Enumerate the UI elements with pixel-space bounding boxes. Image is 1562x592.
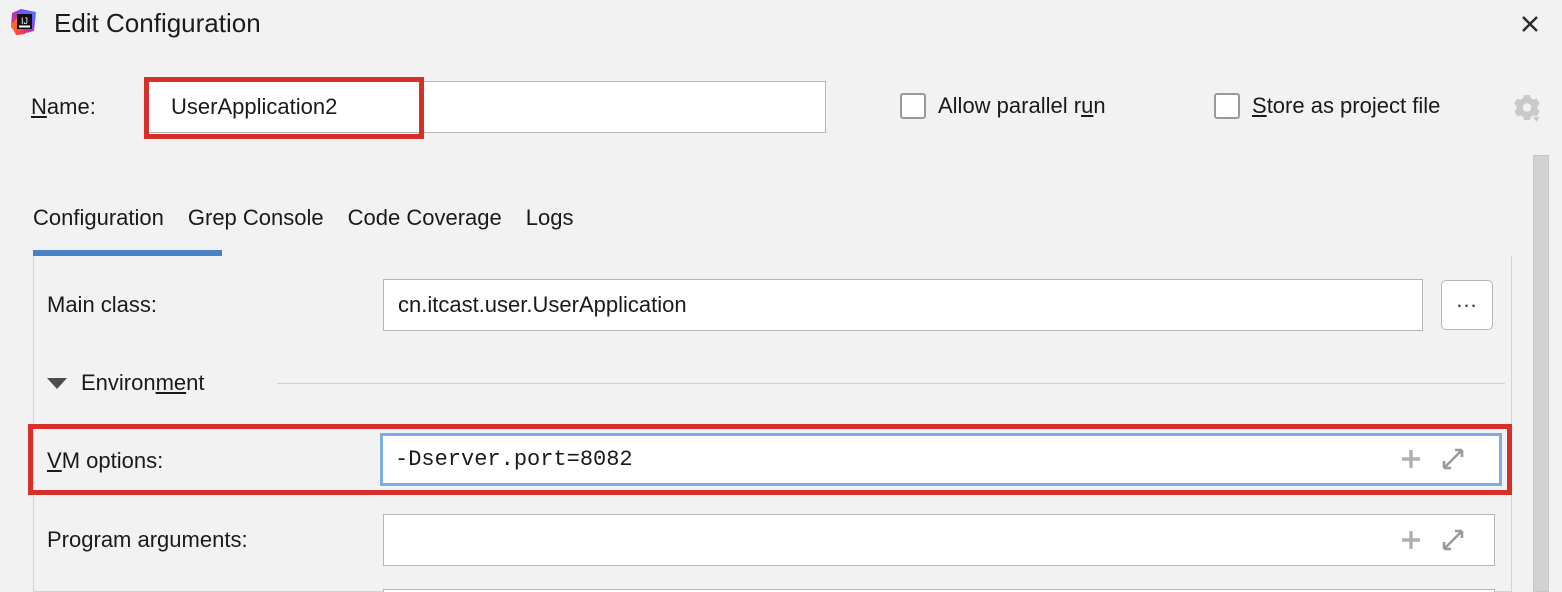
store-as-project-file-checkbox[interactable] — [1214, 93, 1240, 119]
args-label-pre: Pro — [47, 527, 82, 552]
tab-code-coverage[interactable]: Code Coverage — [348, 203, 512, 233]
plus-icon[interactable] — [1398, 527, 1424, 553]
vm-options-label: VM options: — [47, 446, 163, 476]
allow-parallel-run-checkbox[interactable] — [900, 93, 926, 119]
panel-scrollbar-thumb[interactable] — [1533, 155, 1549, 592]
tab-configuration[interactable]: Configuration — [33, 203, 174, 233]
intellij-idea-logo-icon: IJ — [9, 7, 39, 37]
allow-parallel-run-label: Allow parallel run — [938, 91, 1106, 121]
environment-section-divider — [277, 383, 1505, 384]
dialog-title: Edit Configuration — [54, 8, 261, 38]
plus-icon[interactable] — [1398, 446, 1424, 472]
program-arguments-input[interactable] — [383, 514, 1495, 566]
name-label-rest: ame: — [46, 94, 96, 119]
main-class-browse-button[interactable]: ... — [1441, 280, 1493, 330]
chevron-down-icon[interactable] — [47, 377, 67, 389]
vm-options-input[interactable] — [380, 433, 1502, 486]
vm-options-field-icons — [1398, 446, 1466, 472]
program-arguments-field-icons — [1398, 527, 1466, 553]
vm-label-post: M options: — [61, 448, 164, 473]
svg-text:IJ: IJ — [21, 16, 28, 26]
env-label-post: nt — [186, 370, 205, 395]
main-class-input[interactable] — [383, 279, 1423, 331]
close-icon[interactable] — [1508, 4, 1552, 44]
program-arguments-label: Program arguments: — [47, 525, 248, 555]
configuration-tabs: Configuration Grep Console Code Coverage… — [33, 203, 583, 233]
args-label-post: ram arguments: — [93, 527, 248, 552]
store-as-project-file-checkbox-row[interactable]: Store as project file — [1214, 91, 1440, 121]
env-label-pre: Environ — [81, 370, 156, 395]
store-label-post: tore as project file — [1266, 93, 1441, 118]
tab-logs[interactable]: Logs — [526, 203, 584, 233]
environment-section-title: Environment — [81, 368, 205, 398]
name-label-mnemonic: N — [31, 94, 47, 119]
name-label: Name: — [31, 92, 96, 122]
edit-configuration-dialog: IJ Edit Configuration Name: Allow parall… — [0, 0, 1562, 592]
main-class-label: Main class: — [47, 292, 158, 317]
dialog-titlebar: IJ Edit Configuration — [0, 0, 1562, 52]
parallel-label-mnemonic: u — [1081, 93, 1094, 118]
vm-label-mnemonic: V — [47, 448, 62, 473]
parallel-label-post: n — [1093, 93, 1106, 118]
allow-parallel-run-checkbox-row[interactable]: Allow parallel run — [900, 91, 1106, 121]
store-label-mnemonic: S — [1252, 93, 1267, 118]
environment-section-header[interactable]: Environment — [47, 368, 205, 398]
gear-dropdown-icon[interactable] — [1510, 92, 1546, 126]
parallel-label-pre: Allow parallel r — [938, 93, 1082, 118]
tab-grep-console[interactable]: Grep Console — [188, 203, 334, 233]
store-as-project-file-label: Store as project file — [1252, 91, 1440, 121]
ellipsis-icon: ... — [1456, 287, 1478, 312]
args-label-mnemonic: g — [81, 527, 94, 552]
name-input[interactable] — [148, 81, 826, 133]
env-label-mnemonic: me — [155, 370, 187, 395]
expand-diagonal-icon[interactable] — [1440, 446, 1466, 472]
expand-diagonal-icon[interactable] — [1440, 527, 1466, 553]
